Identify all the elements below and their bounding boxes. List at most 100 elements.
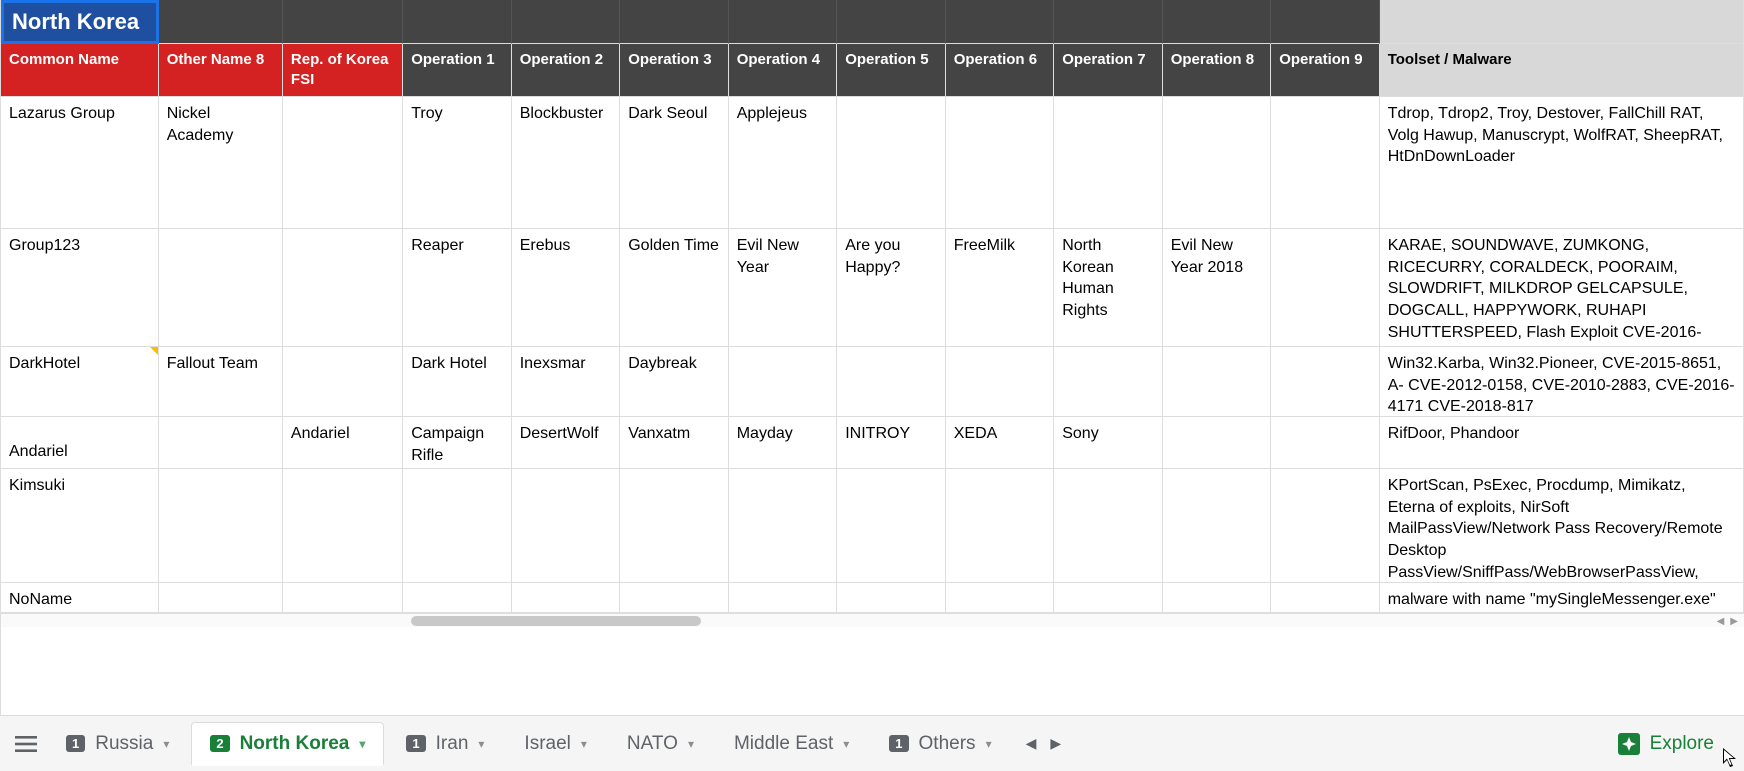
cell-op9[interactable] [1271,229,1380,347]
cell-op8[interactable] [1163,97,1272,229]
cell-toolset[interactable]: Win32.Karba, Win32.Pioneer, CVE-2015-865… [1380,347,1744,417]
chevron-down-icon[interactable]: ▾ [478,737,484,751]
cell-toolset[interactable]: RifDoor, Phandoor [1380,417,1744,469]
cell-toolset[interactable]: KARAE, SOUNDWAVE, ZUMKONG, RICECURRY, CO… [1380,229,1744,347]
cell-commonName[interactable]: NoName [1,583,159,613]
cell-op4[interactable] [729,583,838,613]
cell-op1[interactable] [403,469,512,583]
col-header-op6[interactable]: Operation 6 [946,44,1055,98]
cell-op6[interactable] [946,583,1055,613]
cell-op7[interactable] [1054,583,1163,613]
explore-button[interactable]: Explore [1596,733,1736,755]
col-header-op7[interactable]: Operation 7 [1054,44,1163,98]
col-header-op2[interactable]: Operation 2 [512,44,621,98]
cell-op4[interactable]: Evil New Year [729,229,838,347]
horizontal-scrollbar[interactable]: ◀ ▶ [1,613,1744,627]
cell-op7[interactable] [1054,97,1163,229]
cell-commonName[interactable]: DarkHotel [1,347,159,417]
cell-otherName[interactable] [159,417,283,469]
cell-op7[interactable] [1054,347,1163,417]
cell-op9[interactable] [1271,469,1380,583]
cell-repKoreaFSI[interactable] [283,469,403,583]
cell-op9[interactable] [1271,417,1380,469]
cell-repKoreaFSI[interactable] [283,347,403,417]
cell-op2[interactable]: DesertWolf [512,417,621,469]
cell-op6[interactable] [946,469,1055,583]
cell-op3[interactable]: Dark Seoul [620,97,729,229]
col-header-toolset[interactable]: Toolset / Malware [1380,44,1744,98]
cell-repKoreaFSI[interactable] [283,229,403,347]
cell-op4[interactable] [729,469,838,583]
col-header-op1[interactable]: Operation 1 [403,44,512,98]
cell-op8[interactable] [1163,469,1272,583]
cell-op9[interactable] [1271,347,1380,417]
cell-op2[interactable]: Erebus [512,229,621,347]
tab-scroll-left-icon[interactable]: ◀ [1026,735,1037,752]
cell-otherName[interactable]: Fallout Team [159,347,283,417]
chevron-down-icon[interactable]: ▾ [581,737,587,751]
sheet-tab-others[interactable]: 1Others▾ [871,722,1009,766]
cell-op3[interactable]: Golden Time [620,229,729,347]
sheet-tab-israel[interactable]: Israel▾ [506,722,605,766]
cell-op8[interactable] [1163,417,1272,469]
cell-op7[interactable]: Sony [1054,417,1163,469]
cell-otherName[interactable] [159,469,283,583]
cell-toolset[interactable]: KPortScan, PsExec, Procdump, Mimikatz, E… [1380,469,1744,583]
scroll-thumb[interactable] [411,616,701,626]
sheet-tab-middle-east[interactable]: Middle East▾ [716,722,867,766]
col-header-op3[interactable]: Operation 3 [620,44,729,98]
col-header-common-name[interactable]: Common Name [1,44,159,98]
col-header-op5[interactable]: Operation 5 [837,44,946,98]
cell-commonName[interactable]: Group123 [1,229,159,347]
cell-otherName[interactable] [159,583,283,613]
chevron-down-icon[interactable]: ▾ [163,737,169,751]
tab-scroll-right-icon[interactable]: ▶ [1050,735,1061,752]
cell-op1[interactable]: Dark Hotel [403,347,512,417]
cell-op3[interactable] [620,469,729,583]
cell-commonName[interactable]: Andariel [1,417,159,469]
cell-op6[interactable]: XEDA [946,417,1055,469]
cell-op6[interactable]: FreeMilk [946,229,1055,347]
cell-op6[interactable] [946,97,1055,229]
sheet-tab-nato[interactable]: NATO▾ [609,722,712,766]
cell-op6[interactable] [946,347,1055,417]
cell-otherName[interactable]: Nickel Academy [159,97,283,229]
cell-repKoreaFSI[interactable] [283,97,403,229]
cell-toolset[interactable]: malware with name "mySingleMessenger.exe… [1380,583,1744,613]
col-header-op8[interactable]: Operation 8 [1163,44,1272,98]
cell-op3[interactable] [620,583,729,613]
scroll-right-icon[interactable]: ▶ [1730,616,1738,627]
cell-op2[interactable] [512,469,621,583]
cell-op5[interactable] [837,469,946,583]
cell-commonName[interactable]: Lazarus Group [1,97,159,229]
sheet-tab-iran[interactable]: 1Iran▾ [388,722,502,766]
cell-op1[interactable]: Campaign Rifle [403,417,512,469]
scroll-left-icon[interactable]: ◀ [1717,616,1725,627]
cell-op2[interactable]: Inexsmar [512,347,621,417]
cell-op8[interactable] [1163,347,1272,417]
chevron-down-icon[interactable]: ▾ [986,737,992,751]
col-header-op4[interactable]: Operation 4 [729,44,838,98]
sheet-title-cell[interactable]: North Korea [1,0,159,44]
cell-op4[interactable] [729,347,838,417]
cell-toolset[interactable]: Tdrop, Tdrop2, Troy, Destover, FallChill… [1380,97,1744,229]
cell-op5[interactable] [837,583,946,613]
cell-op7[interactable] [1054,469,1163,583]
cell-op4[interactable]: Applejeus [729,97,838,229]
col-header-op9[interactable]: Operation 9 [1271,44,1380,98]
cell-op7[interactable]: North Korean Human Rights [1054,229,1163,347]
cell-op5[interactable] [837,347,946,417]
cell-op2[interactable]: Blockbuster [512,97,621,229]
cell-op2[interactable] [512,583,621,613]
cell-repKoreaFSI[interactable] [283,583,403,613]
all-sheets-button[interactable] [8,726,44,762]
sheet-tab-russia[interactable]: 1Russia▾ [48,722,187,766]
cell-op3[interactable]: Daybreak [620,347,729,417]
cell-op5[interactable] [837,97,946,229]
cell-op9[interactable] [1271,97,1380,229]
cell-op9[interactable] [1271,583,1380,613]
cell-op1[interactable] [403,583,512,613]
cell-op4[interactable]: Mayday [729,417,838,469]
cell-op1[interactable]: Reaper [403,229,512,347]
cell-repKoreaFSI[interactable]: Andariel [283,417,403,469]
